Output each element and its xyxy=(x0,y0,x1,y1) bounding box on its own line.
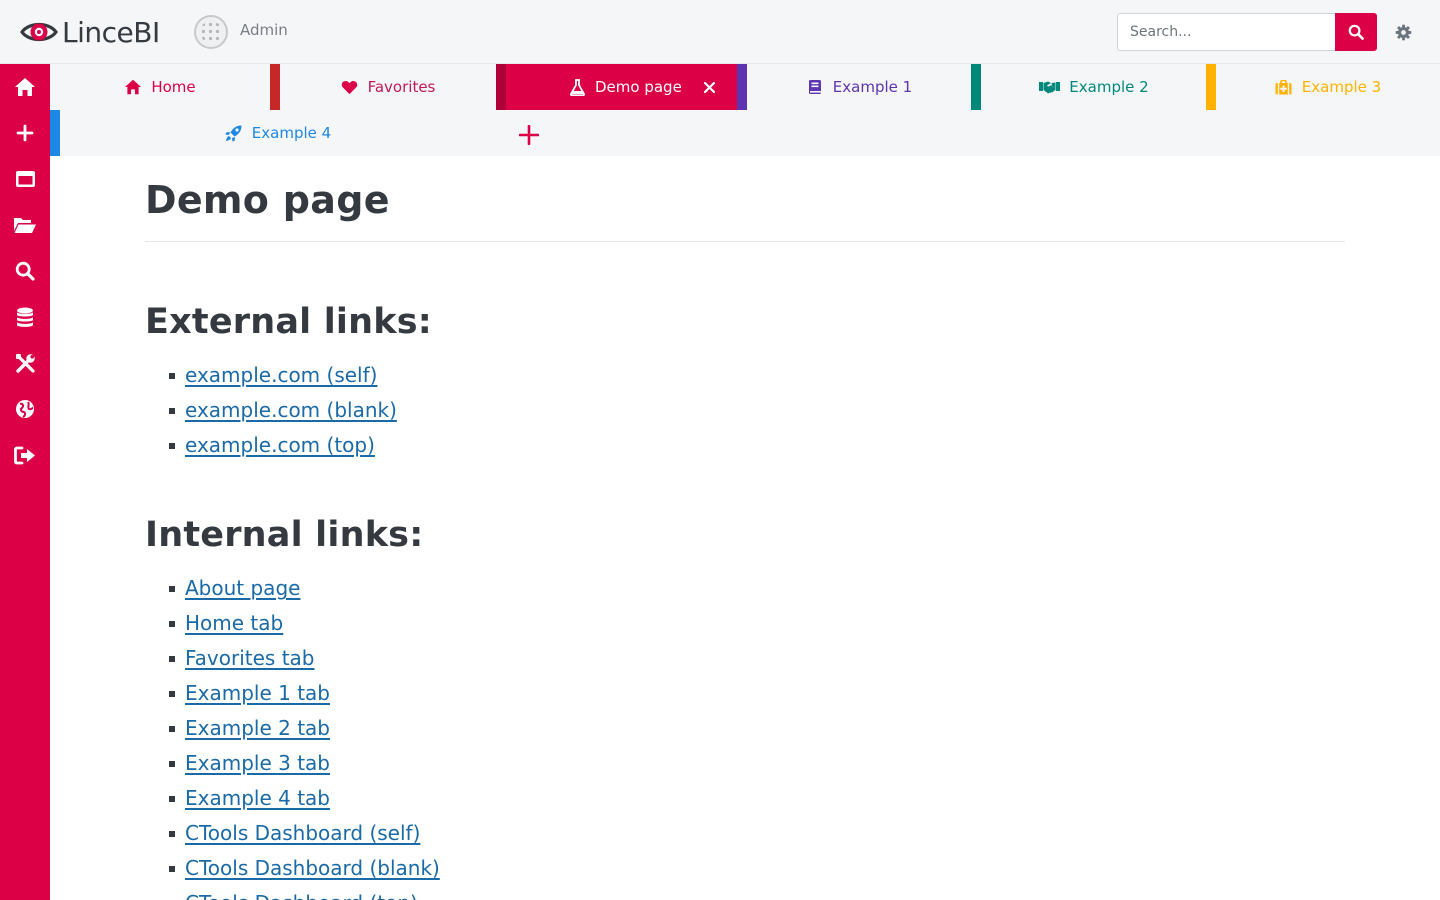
sidebar-item-search[interactable] xyxy=(0,248,50,294)
sidebar-item-tools[interactable] xyxy=(0,340,50,386)
close-icon xyxy=(703,81,715,93)
book-icon xyxy=(806,78,824,96)
list-item: CTools Dashboard (blank) xyxy=(145,851,1345,886)
settings-button[interactable] xyxy=(1393,22,1413,42)
tab-accent-favorites xyxy=(270,64,280,110)
tab-example-1[interactable]: Example 1 xyxy=(747,64,971,110)
tab-label: Example 3 xyxy=(1301,78,1382,96)
tab-demo-page[interactable]: Demo page xyxy=(496,64,737,110)
handshake-icon xyxy=(1038,78,1060,96)
link-example-3-tab[interactable]: Example 3 tab xyxy=(185,751,330,775)
close-tab-button[interactable] xyxy=(699,77,719,97)
tab-example-3[interactable]: Example 3 xyxy=(1216,64,1440,110)
tab-label: Demo page xyxy=(595,78,682,96)
tab-accent-example-2 xyxy=(971,64,981,110)
list-item: Example 4 tab xyxy=(145,781,1345,816)
external-links-title: External links: xyxy=(145,302,432,342)
list-item: Favorites tab xyxy=(145,641,1345,676)
window-icon xyxy=(15,171,35,187)
tab-label: Example 2 xyxy=(1069,78,1149,96)
list-item: Example 3 tab xyxy=(145,746,1345,781)
list-item: example.com (top) xyxy=(145,428,1345,463)
add-tab-button[interactable] xyxy=(516,122,542,148)
globe-icon xyxy=(16,400,34,418)
list-item: Example 2 tab xyxy=(145,711,1345,746)
link-ctools-blank[interactable]: CTools Dashboard (blank) xyxy=(185,856,440,880)
gear-icon xyxy=(1395,24,1411,40)
link-favorites-tab[interactable]: Favorites tab xyxy=(185,646,315,670)
sidebar-item-home[interactable] xyxy=(0,64,50,110)
list-item: Example 1 tab xyxy=(145,676,1345,711)
sidebar-item-window[interactable] xyxy=(0,156,50,202)
external-links-list: example.com (self) example.com (blank) e… xyxy=(145,358,1345,463)
tab-strip: Home Favorites Demo page Example 1 Examp… xyxy=(50,64,1440,156)
external-link-top[interactable]: example.com (top) xyxy=(185,433,375,457)
search-icon xyxy=(15,261,35,281)
flask-icon xyxy=(568,78,586,96)
link-example-2-tab[interactable]: Example 2 tab xyxy=(185,716,330,740)
tab-accent-example-3 xyxy=(1206,64,1216,110)
link-about-page[interactable]: About page xyxy=(185,576,300,600)
heart-icon xyxy=(341,78,359,96)
tab-home[interactable]: Home xyxy=(50,64,270,110)
link-ctools-self[interactable]: CTools Dashboard (self) xyxy=(185,821,420,845)
list-item: CTools Dashboard (self) xyxy=(145,816,1345,851)
medkit-icon xyxy=(1275,78,1293,96)
external-link-blank[interactable]: example.com (blank) xyxy=(185,398,397,422)
list-item: CTools Dashboard (top) xyxy=(145,886,1345,900)
link-example-4-tab[interactable]: Example 4 tab xyxy=(185,786,330,810)
tab-label: Example 1 xyxy=(832,78,913,96)
tab-accent-example-4 xyxy=(50,110,60,156)
internal-links-list: About page Home tab Favorites tab Exampl… xyxy=(145,571,1345,900)
sidebar-item-globe[interactable] xyxy=(0,386,50,432)
tab-label: Home xyxy=(151,78,196,96)
internal-links-title: Internal links: xyxy=(145,515,424,555)
sidebar-item-logout[interactable] xyxy=(0,432,50,478)
sidebar-item-data[interactable] xyxy=(0,294,50,340)
plus-icon xyxy=(16,124,34,142)
sidebar-item-browse[interactable] xyxy=(0,202,50,248)
tab-accent-example-1 xyxy=(737,64,747,110)
home-icon xyxy=(15,78,35,96)
link-home-tab[interactable]: Home tab xyxy=(185,611,283,635)
logo-eye-icon xyxy=(20,22,58,42)
rocket-icon xyxy=(225,124,243,142)
folder-open-icon xyxy=(14,218,36,233)
tab-favorites[interactable]: Favorites xyxy=(280,64,496,110)
database-icon xyxy=(17,307,33,327)
tab-label: Example 4 xyxy=(251,124,332,142)
search-button[interactable] xyxy=(1335,13,1377,51)
home-icon xyxy=(124,78,142,96)
list-item: example.com (self) xyxy=(145,358,1345,393)
sidebar xyxy=(0,64,50,900)
link-example-1-tab[interactable]: Example 1 tab xyxy=(185,681,330,705)
avatar[interactable] xyxy=(194,15,228,49)
app-logo[interactable]: LinceBI xyxy=(20,14,160,50)
page-title: Demo page xyxy=(145,178,390,222)
search-input[interactable] xyxy=(1117,13,1336,51)
list-item: example.com (blank) xyxy=(145,393,1345,428)
top-bar: LinceBI Admin xyxy=(0,0,1440,64)
search-icon xyxy=(1348,24,1364,40)
list-item: Home tab xyxy=(145,606,1345,641)
external-link-self[interactable]: example.com (self) xyxy=(185,363,377,387)
title-divider xyxy=(145,241,1345,242)
tab-label: Favorites xyxy=(367,78,436,96)
plus-icon xyxy=(519,125,539,145)
list-item: About page xyxy=(145,571,1345,606)
sidebar-item-new[interactable] xyxy=(0,110,50,156)
app-name: LinceBI xyxy=(62,15,160,49)
tools-icon xyxy=(15,353,35,373)
tab-example-4[interactable]: Example 4 xyxy=(60,110,496,156)
page-content: Demo page External links: example.com (s… xyxy=(145,156,1345,900)
user-name[interactable]: Admin xyxy=(240,21,288,39)
sign-out-icon xyxy=(14,446,35,464)
tab-example-2[interactable]: Example 2 xyxy=(981,64,1206,110)
link-ctools-top[interactable]: CTools Dashboard (top) xyxy=(185,891,418,900)
